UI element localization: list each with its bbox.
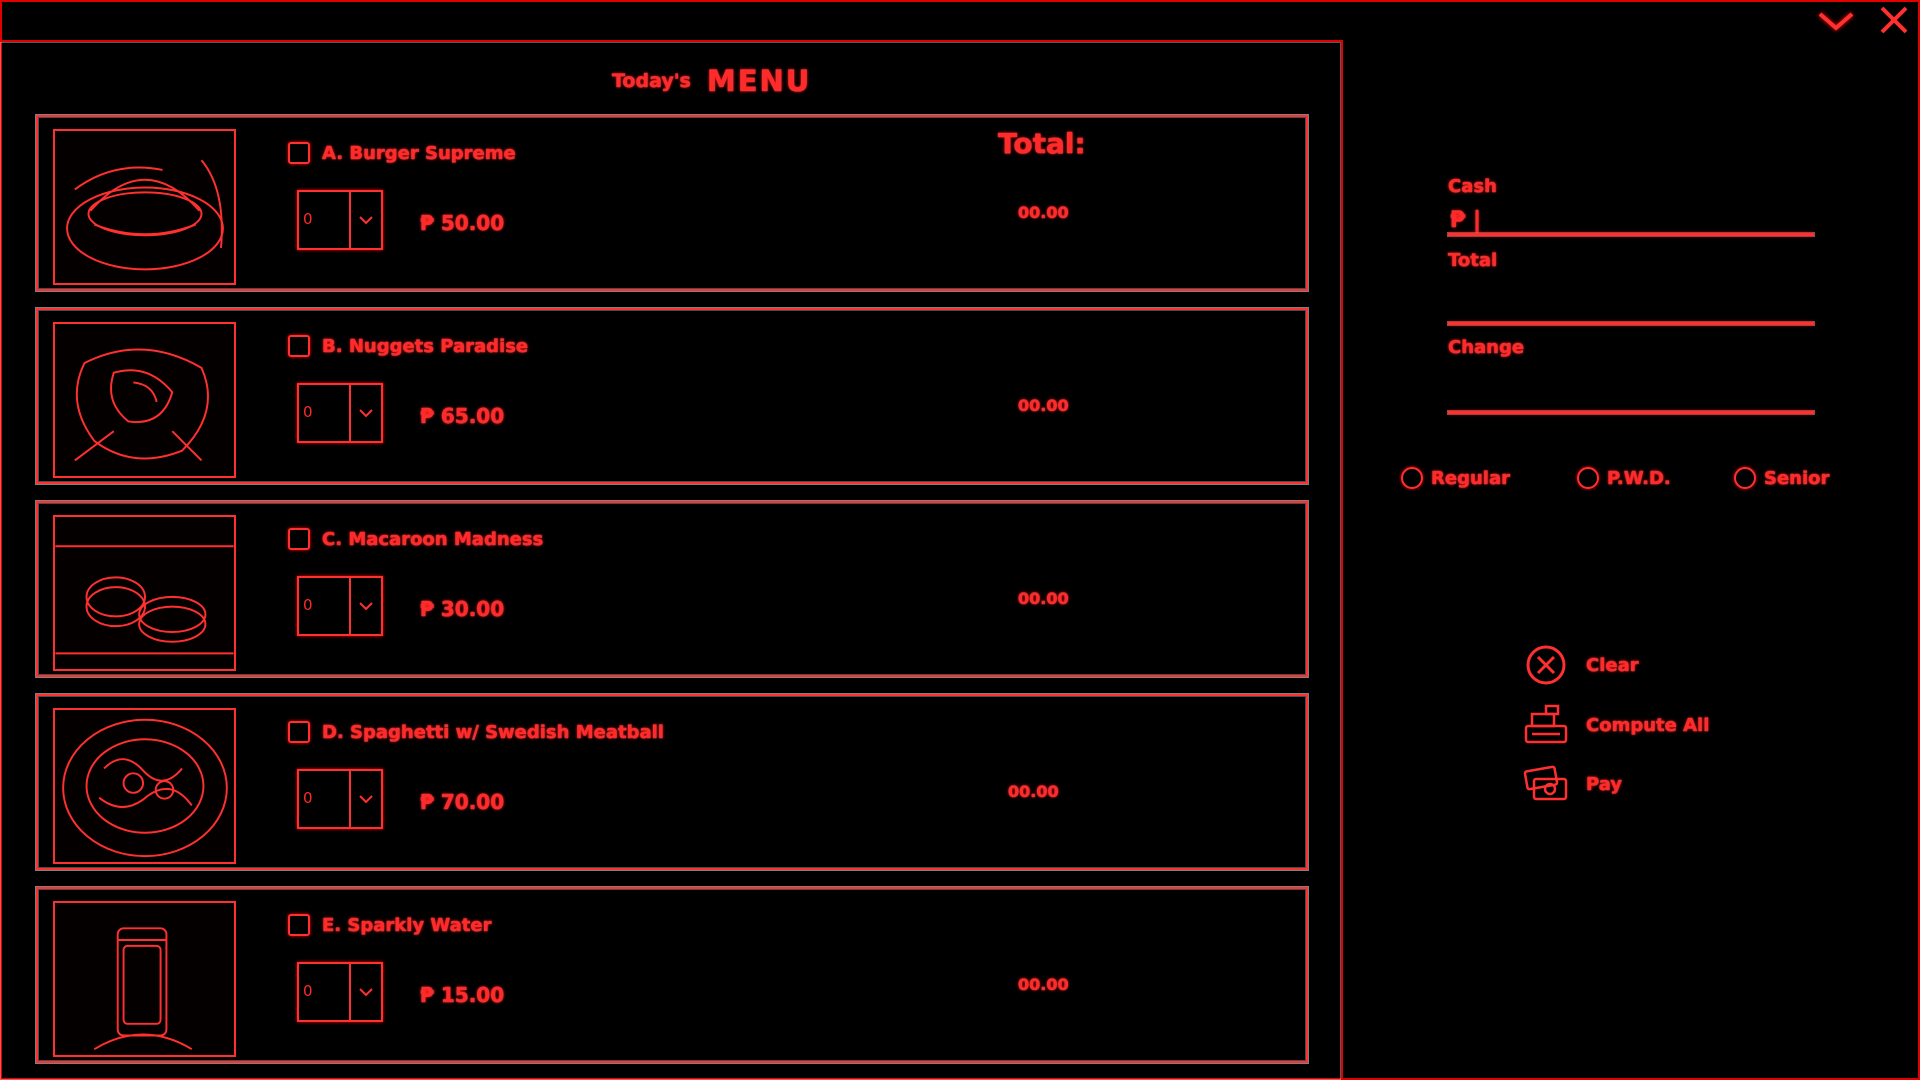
clear-button[interactable]: Clear: [1522, 644, 1639, 686]
chevron-down-icon[interactable]: [351, 192, 381, 248]
pay-button[interactable]: Pay: [1522, 763, 1622, 805]
checkbox-box[interactable]: [288, 914, 310, 936]
radio-pwd[interactable]: P.W.D.: [1577, 467, 1671, 489]
menu-heading-title: MENU: [706, 64, 812, 98]
pay-label: Pay: [1586, 773, 1623, 795]
menu-item-card-e: E. Sparkly Water 0 ₱ 15.00 00.00: [36, 887, 1308, 1063]
checkbox-box[interactable]: [288, 721, 310, 743]
item-checkbox-c[interactable]: C. Macaroon Madness: [288, 528, 543, 550]
cash-register-icon: [1522, 704, 1570, 746]
radio-circle[interactable]: [1577, 467, 1599, 489]
item-total: 00.00: [1008, 782, 1059, 801]
checkbox-box[interactable]: [288, 528, 310, 550]
quantity-text: 0: [303, 596, 313, 614]
item-total: 00.00: [1018, 975, 1069, 994]
item-total: 00.00: [1018, 589, 1069, 608]
chevron-down-icon[interactable]: [351, 771, 381, 827]
item-price: ₱ 65.00: [420, 404, 505, 428]
quantity-dropdown-c[interactable]: 0: [297, 576, 383, 636]
minimize-chevron-icon[interactable]: [1816, 4, 1856, 36]
quantity-dropdown-b[interactable]: 0: [297, 383, 383, 443]
item-total: 00.00: [1018, 203, 1069, 222]
quantity-value: 0: [299, 578, 351, 634]
close-icon[interactable]: [1874, 4, 1914, 36]
chevron-down-icon[interactable]: [351, 964, 381, 1020]
burger-image: [53, 129, 236, 285]
compute-all-label: Compute All: [1586, 714, 1710, 736]
chevron-down-icon[interactable]: [351, 578, 381, 634]
cash-underline: [1448, 233, 1814, 236]
item-checkbox-d[interactable]: D. Spaghetti w/ Swedish Meatball: [288, 721, 664, 743]
spaghetti-image: [53, 708, 236, 864]
money-icon: [1522, 763, 1570, 805]
menu-heading: Today's MENU: [612, 64, 811, 98]
water-bottle-image: [53, 901, 236, 1057]
change-label: Change: [1448, 337, 1525, 358]
checkbox-box[interactable]: [288, 142, 310, 164]
item-checkbox-e[interactable]: E. Sparkly Water: [288, 914, 491, 936]
quantity-value: 0: [299, 385, 351, 441]
nuggets-image: [53, 322, 236, 478]
radio-circle[interactable]: [1734, 467, 1756, 489]
menu-item-card-d: D. Spaghetti w/ Swedish Meatball 0 ₱ 70.…: [36, 694, 1308, 870]
change-field[interactable]: [1448, 411, 1814, 414]
radio-label: Senior: [1764, 467, 1830, 489]
checkbox-box[interactable]: [288, 335, 310, 357]
compute-all-button[interactable]: Compute All: [1522, 704, 1709, 746]
radio-label: Regular: [1431, 467, 1510, 489]
menu-item-card-c: C. Macaroon Madness 0 ₱ 30.00 00.00: [36, 501, 1308, 677]
radio-senior[interactable]: Senior: [1734, 467, 1829, 489]
menu-heading-prefix: Today's: [612, 70, 691, 92]
quantity-dropdown-e[interactable]: 0: [297, 962, 383, 1022]
radio-circle[interactable]: [1401, 467, 1423, 489]
macaroon-image: [53, 515, 236, 671]
item-price: ₱ 50.00: [420, 211, 505, 235]
item-price: ₱ 30.00: [420, 597, 505, 621]
quantity-text: 0: [303, 789, 313, 807]
chevron-down-icon[interactable]: [351, 385, 381, 441]
quantity-text: 0: [303, 982, 313, 1000]
item-total: 00.00: [1018, 396, 1069, 415]
quantity-value: 0: [299, 192, 351, 248]
quantity-text: 0: [303, 403, 313, 421]
clear-circle-x-icon: [1522, 644, 1570, 686]
item-label: A. Burger Supreme: [322, 142, 516, 164]
total-field[interactable]: [1448, 322, 1814, 325]
item-label: D. Spaghetti w/ Swedish Meatball: [322, 721, 664, 743]
item-checkbox-a[interactable]: A. Burger Supreme: [288, 142, 516, 164]
quantity-value: 0: [299, 771, 351, 827]
quantity-dropdown-d[interactable]: 0: [297, 769, 383, 829]
cash-input[interactable]: [1448, 204, 1818, 236]
cash-label: Cash: [1448, 176, 1497, 197]
quantity-value: 0: [299, 964, 351, 1020]
quantity-text: 0: [303, 210, 313, 228]
radio-regular[interactable]: Regular: [1401, 467, 1510, 489]
menu-item-card-a: A. Burger Supreme 0 ₱ 50.00 00.00: [36, 115, 1308, 291]
total-label: Total: [1448, 250, 1498, 271]
item-label: C. Macaroon Madness: [322, 528, 544, 550]
item-label: E. Sparkly Water: [322, 914, 492, 936]
clear-label: Clear: [1586, 654, 1639, 676]
item-label: B. Nuggets Paradise: [322, 335, 529, 357]
item-price: ₱ 70.00: [420, 790, 505, 814]
item-checkbox-b[interactable]: B. Nuggets Paradise: [288, 335, 528, 357]
menu-item-card-b: B. Nuggets Paradise 0 ₱ 65.00 00.00: [36, 308, 1308, 484]
item-price: ₱ 15.00: [420, 983, 505, 1007]
quantity-dropdown-a[interactable]: 0: [297, 190, 383, 250]
radio-label: P.W.D.: [1607, 467, 1671, 489]
